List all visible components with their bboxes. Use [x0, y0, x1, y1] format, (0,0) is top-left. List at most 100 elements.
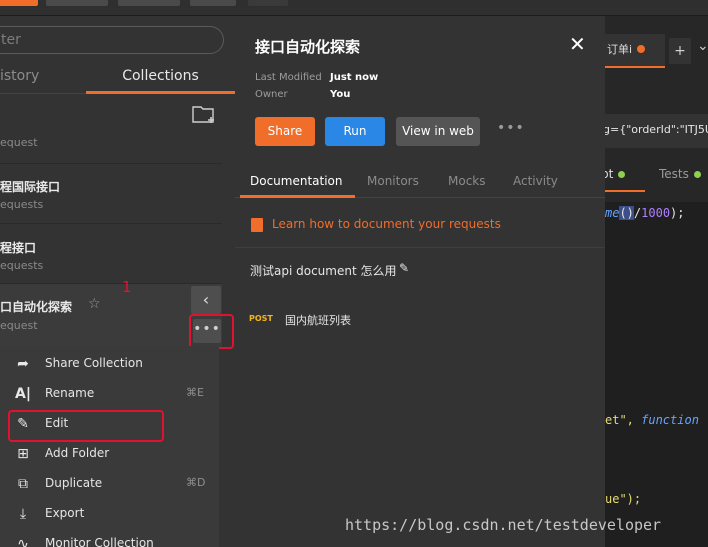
tabs-divider — [0, 93, 86, 94]
watermark-text: https://blog.csdn.net/testdeveloper — [345, 516, 662, 534]
request-name-link[interactable]: 国内航班列表 — [285, 312, 351, 328]
export-icon: ⤓ — [19, 506, 27, 522]
top-button-4[interactable] — [248, 0, 288, 6]
top-button-2[interactable] — [118, 0, 180, 6]
last-modified-value: Just now — [330, 72, 379, 83]
learn-docs-banner: Learn how to document your requests — [235, 204, 605, 248]
view-in-web-button[interactable]: View in web — [396, 117, 480, 146]
top-button-1[interactable] — [46, 0, 108, 6]
top-bar — [0, 0, 708, 16]
annotation-number-1: 1 — [122, 278, 132, 296]
tab-history[interactable]: istory — [0, 68, 39, 84]
menu-item-export[interactable]: ⤓ Export — [0, 499, 219, 529]
request-method-badge: POST — [249, 314, 273, 323]
new-collection-icon[interactable] — [192, 104, 218, 124]
sidebar-tabs: istory Collections — [0, 60, 235, 94]
menu-item-label: Add Folder — [45, 446, 110, 460]
menu-item-monitor-collection[interactable]: ∿ Monitor Collection — [0, 529, 219, 547]
status-dot — [693, 171, 701, 178]
collection-context-menu: ➦ Share Collection A| Rename ⌘E ✎ Edit ⊞… — [0, 346, 219, 547]
tab-mocks[interactable]: Mocks — [448, 174, 486, 188]
request-tab[interactable]: 订单i — [605, 34, 665, 68]
menu-item-label: Share Collection — [45, 356, 143, 370]
code-line: ue"); — [605, 492, 641, 506]
share-arrow-icon: ➦ — [17, 356, 29, 372]
duplicate-icon: ⧉ — [18, 476, 28, 492]
menu-item-duplicate[interactable]: ⧉ Duplicate ⌘D — [0, 469, 219, 499]
owner-value: You — [330, 89, 351, 100]
collection-sub: equests — [0, 198, 44, 211]
learn-docs-link[interactable]: Learn how to document your requests — [272, 217, 501, 231]
tab-label: Tests — [659, 167, 689, 181]
tab-collections[interactable]: Collections — [86, 60, 235, 94]
collection-name: 程接口 — [0, 241, 37, 255]
menu-item-label: Monitor Collection — [45, 536, 154, 547]
menu-item-add-folder[interactable]: ⊞ Add Folder — [0, 439, 219, 469]
code-token: 1000 — [641, 206, 671, 220]
tab-monitors[interactable]: Monitors — [367, 174, 419, 188]
collection-sub: equest — [0, 319, 38, 332]
menu-item-rename[interactable]: A| Rename ⌘E — [0, 379, 219, 409]
book-icon — [251, 218, 263, 232]
top-orange-button[interactable] — [0, 0, 38, 6]
chevron-down-icon[interactable]: ⌄ — [697, 38, 708, 54]
code-token: me — [605, 206, 620, 220]
menu-item-label: Duplicate — [45, 476, 103, 490]
sidebar: ter istory Collections equest 程国际接口 eque… — [0, 16, 235, 547]
status-dot — [618, 171, 626, 178]
app-window: ter istory Collections equest 程国际接口 eque… — [0, 0, 708, 547]
collection-item[interactable]: equest — [0, 128, 222, 164]
code-token: ( — [699, 413, 708, 427]
edit-description-icon[interactable]: ✎ — [399, 261, 409, 275]
collection-sub: equests — [0, 259, 44, 272]
tab-tests[interactable]: Tests — [659, 167, 701, 181]
add-folder-icon: ⊞ — [17, 446, 29, 462]
owner-label: Owner — [255, 89, 288, 100]
code-line: me()/1000); — [605, 206, 685, 220]
tab-documentation[interactable]: Documentation — [250, 174, 343, 188]
code-token: () — [619, 206, 634, 220]
chevron-left-icon: ‹ — [202, 290, 210, 309]
menu-item-label: Export — [45, 506, 85, 520]
share-button[interactable]: Share — [255, 117, 315, 146]
request-subtabs: pt Tests — [601, 158, 708, 192]
code-token: ); — [670, 206, 685, 220]
request-editor: 订单i + ⌄ g={"orderId":"ITJ5U3 pt Tests me… — [601, 16, 708, 547]
code-editor[interactable]: me()/1000); et", function ( ue"); — [605, 202, 708, 547]
close-icon[interactable]: ✕ — [569, 32, 586, 56]
new-tab-button[interactable]: + — [669, 38, 691, 64]
collection-name: 口自动化探索 — [0, 300, 73, 314]
collection-description: 测试api document 怎么用 — [250, 264, 397, 278]
more-icon[interactable]: ••• — [497, 120, 525, 136]
run-button[interactable]: Run — [325, 117, 385, 146]
plus-icon: + — [674, 43, 686, 59]
details-tabs: Documentation Monitors Mocks Activity — [235, 166, 605, 198]
code-line: et", function ( — [605, 413, 708, 427]
active-subtab-underline — [605, 190, 645, 192]
collapse-button[interactable]: ‹ — [191, 286, 221, 314]
annotation-box-edit — [8, 410, 164, 442]
menu-item-label: Rename — [45, 386, 95, 400]
menu-item-shortcut: ⌘D — [186, 476, 206, 489]
code-token: et", — [605, 413, 642, 427]
last-modified-label: Last Modified — [255, 72, 322, 83]
tab-activity[interactable]: Activity — [513, 174, 558, 188]
collection-item[interactable]: 程国际接口 equests — [0, 164, 222, 224]
menu-item-share-collection[interactable]: ➦ Share Collection — [0, 349, 219, 379]
annotation-box-more — [189, 314, 234, 349]
collection-item[interactable]: 程接口 equests — [0, 224, 222, 284]
request-url-input[interactable]: g={"orderId":"ITJ5U3 — [603, 114, 708, 148]
code-token: function — [641, 413, 699, 427]
menu-item-shortcut: ⌘E — [186, 386, 204, 399]
unsaved-dot — [637, 45, 646, 53]
monitor-icon: ∿ — [17, 536, 29, 547]
collection-details-panel: 接口自动化探索 ✕ Last Modified Just now Owner Y… — [235, 16, 605, 547]
request-tab-label: 订单i — [607, 43, 633, 56]
rename-icon: A| — [15, 386, 31, 402]
panel-title: 接口自动化探索 — [255, 38, 361, 56]
star-icon[interactable]: ☆ — [88, 296, 101, 312]
code-token: ue"); — [605, 492, 642, 506]
top-button-3[interactable] — [190, 0, 236, 6]
active-tab-underline — [240, 195, 355, 198]
filter-input[interactable]: ter — [0, 26, 224, 54]
